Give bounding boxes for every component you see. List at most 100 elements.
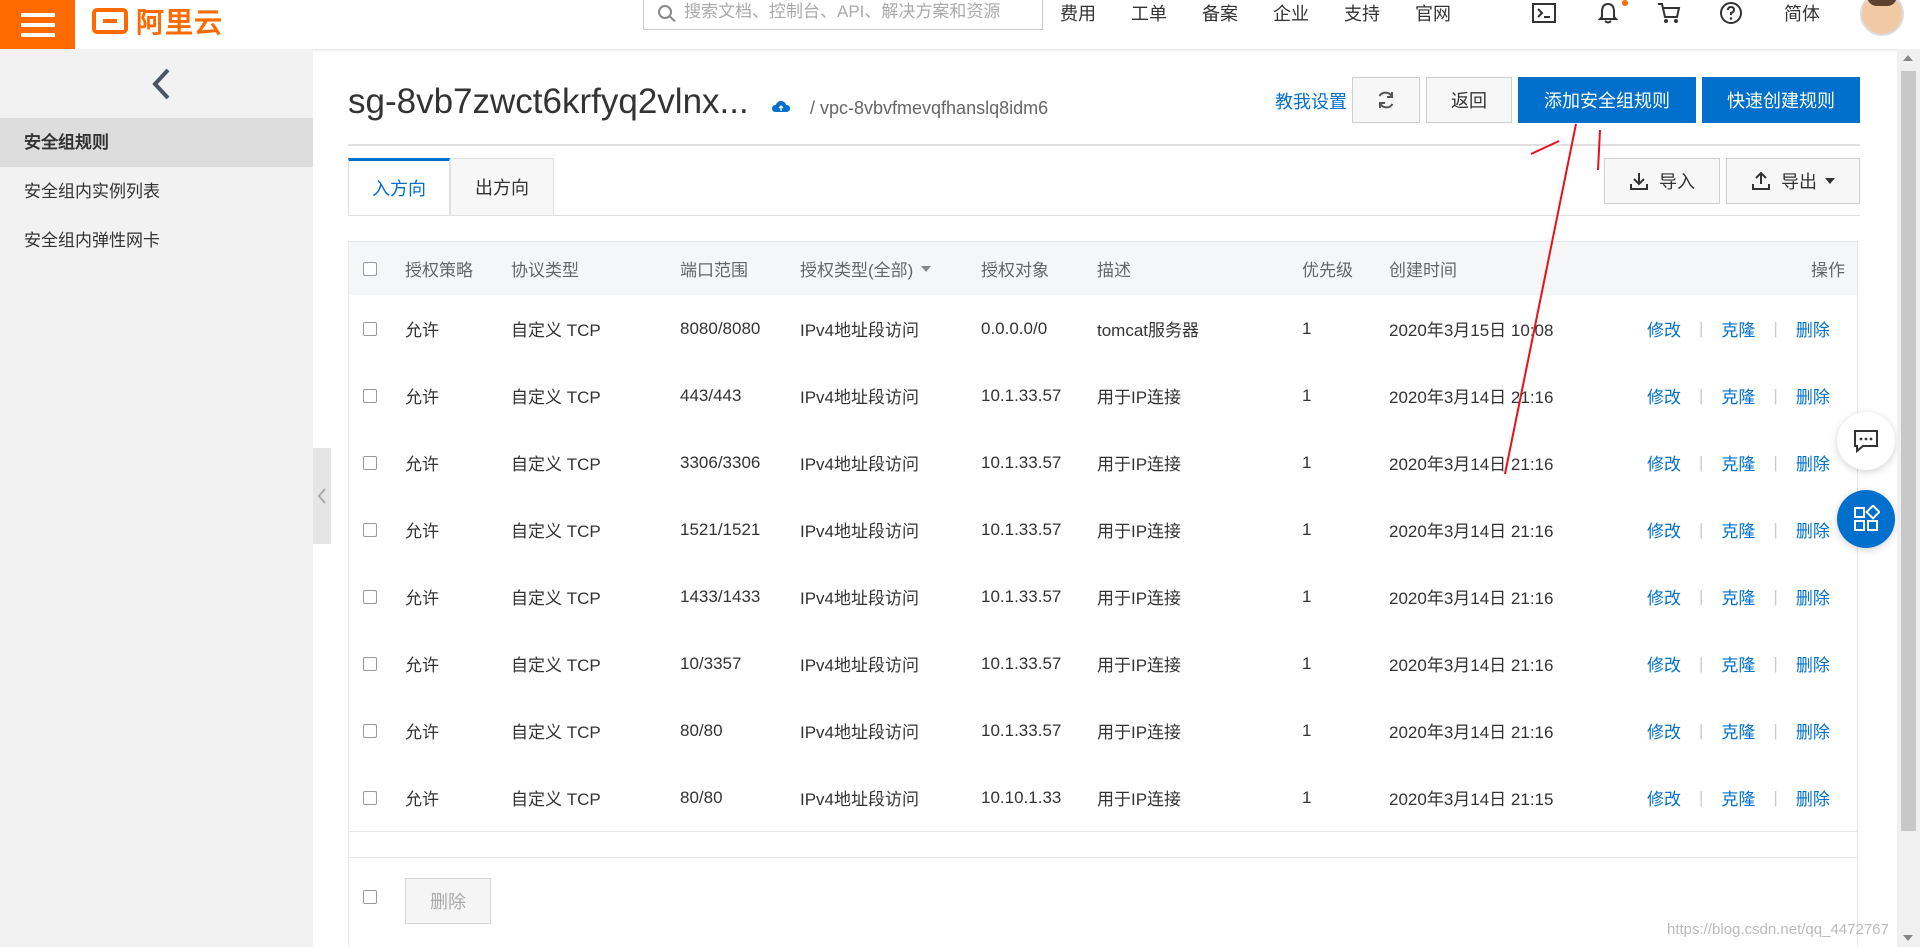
row-checkbox[interactable] <box>363 589 377 604</box>
bell-icon[interactable] <box>1596 0 1620 26</box>
row-checkbox[interactable] <box>363 790 377 805</box>
delete-link[interactable]: 删除 <box>1796 316 1830 341</box>
clone-link[interactable]: 克隆 <box>1721 383 1755 408</box>
cloud-sync-icon[interactable] <box>772 100 790 114</box>
action-separator: | <box>1699 452 1704 472</box>
apps-float-button[interactable] <box>1837 490 1895 548</box>
edit-link[interactable]: 修改 <box>1647 785 1681 810</box>
terminal-icon[interactable] <box>1531 0 1557 26</box>
filter-caret-icon[interactable] <box>921 265 932 272</box>
delete-link[interactable]: 删除 <box>1796 450 1830 475</box>
cell-policy: 允许 <box>405 656 439 675</box>
action-separator: | <box>1699 385 1704 405</box>
delete-link[interactable]: 删除 <box>1796 584 1830 609</box>
scrollbar-thumb[interactable] <box>1901 71 1916 831</box>
footer-select-all-checkbox[interactable] <box>363 890 377 904</box>
cell-priority: 1 <box>1302 452 1312 472</box>
sidebar-collapse-toggle[interactable] <box>313 448 331 544</box>
clone-link[interactable]: 克隆 <box>1721 718 1755 743</box>
edit-link[interactable]: 修改 <box>1647 383 1681 408</box>
row-checkbox[interactable] <box>363 388 377 403</box>
table-row: 允许 自定义 TCP 1521/1521 IPv4地址段访问 10.1.33.57 用于I… <box>349 496 1857 564</box>
cell-auth-target: 0.0.0.0/0 <box>981 318 1048 338</box>
cell-protocol: 自定义 TCP <box>511 790 601 809</box>
nav-icp-filing[interactable]: 备案 <box>1202 0 1238 26</box>
nav-support[interactable]: 支持 <box>1344 0 1380 26</box>
cell-protocol: 自定义 TCP <box>511 321 601 340</box>
clone-link[interactable]: 克隆 <box>1721 517 1755 542</box>
import-label: 导入 <box>1659 172 1695 192</box>
row-checkbox[interactable] <box>363 723 377 738</box>
nav-fees[interactable]: 费用 <box>1060 0 1096 26</box>
sidebar-item-elastic-nic[interactable]: 安全组内弹性网卡 <box>0 216 313 265</box>
guide-link[interactable]: 教我设置 <box>1275 88 1347 114</box>
sidebar-item-security-group-rules[interactable]: 安全组规则 <box>0 118 313 167</box>
row-checkbox[interactable] <box>363 455 377 470</box>
page-title: sg-8vb7zwct6krfyq2vlnx... <box>348 82 749 121</box>
clone-link[interactable]: 克隆 <box>1721 584 1755 609</box>
delete-link[interactable]: 删除 <box>1796 718 1830 743</box>
cell-port-range: 443/443 <box>680 385 742 405</box>
nav-enterprise[interactable]: 企业 <box>1273 0 1309 26</box>
edit-link[interactable]: 修改 <box>1647 718 1681 743</box>
tab-inbound[interactable]: 入方向 <box>348 158 450 216</box>
export-button[interactable]: 导出 <box>1726 158 1860 204</box>
edit-link[interactable]: 修改 <box>1647 651 1681 676</box>
quick-create-rule-button[interactable]: 快速创建规则 <box>1702 77 1860 123</box>
row-checkbox[interactable] <box>363 522 377 537</box>
refresh-button[interactable] <box>1352 77 1420 123</box>
edit-link[interactable]: 修改 <box>1647 316 1681 341</box>
action-separator: | <box>1699 653 1704 673</box>
batch-delete-button[interactable]: 删除 <box>405 878 491 924</box>
row-checkbox[interactable] <box>363 656 377 671</box>
clone-link[interactable]: 克隆 <box>1721 651 1755 676</box>
nav-tickets[interactable]: 工单 <box>1131 0 1167 26</box>
delete-link[interactable]: 删除 <box>1796 785 1830 810</box>
aliyun-logo[interactable]: 阿里云 <box>92 4 223 38</box>
import-button[interactable]: 导入 <box>1604 158 1720 204</box>
add-security-group-rule-button[interactable]: 添加安全组规则 <box>1518 77 1696 123</box>
language-switch[interactable]: 简体 <box>1784 0 1820 26</box>
cell-protocol: 自定义 TCP <box>511 522 601 541</box>
search-box[interactable] <box>643 0 1043 30</box>
cell-created-time: 2020年3月14日 21:16 <box>1389 455 1554 474</box>
row-checkbox[interactable] <box>363 321 377 336</box>
table-row: 允许 自定义 TCP 80/80 IPv4地址段访问 10.10.1.33 用于IP连接 1… <box>349 764 1857 832</box>
cell-actions: 修改 | 克隆 | 删除 <box>1647 697 1830 764</box>
delete-link[interactable]: 删除 <box>1796 383 1830 408</box>
back-button[interactable]: 返回 <box>1426 77 1512 123</box>
vpc-breadcrumb[interactable]: / vpc-8vbvfmevqfhanslq8idm6 <box>810 98 1048 119</box>
cell-protocol: 自定义 TCP <box>511 656 601 675</box>
sidebar-item-instance-list[interactable]: 安全组内实例列表 <box>0 167 313 216</box>
edit-link[interactable]: 修改 <box>1647 450 1681 475</box>
clone-link[interactable]: 克隆 <box>1721 316 1755 341</box>
user-avatar[interactable] <box>1860 0 1904 36</box>
rules-table: 授权策略 协议类型 端口范围 授权类型(全部) 授权对象 描述 优先级 创建时间… <box>348 241 1858 858</box>
delete-link[interactable]: 删除 <box>1796 651 1830 676</box>
page-scrollbar[interactable] <box>1897 49 1920 947</box>
clone-link[interactable]: 克隆 <box>1721 450 1755 475</box>
scroll-down-arrow-icon[interactable] <box>1903 935 1913 941</box>
download-icon <box>1630 173 1648 190</box>
select-all-checkbox[interactable] <box>363 261 377 276</box>
nav-official-site[interactable]: 官网 <box>1415 0 1451 26</box>
cart-icon[interactable] <box>1656 0 1682 26</box>
edit-link[interactable]: 修改 <box>1647 584 1681 609</box>
cell-protocol: 自定义 TCP <box>511 388 601 407</box>
delete-link[interactable]: 删除 <box>1796 517 1830 542</box>
scroll-up-arrow-icon[interactable] <box>1903 55 1913 61</box>
action-separator: | <box>1773 385 1778 405</box>
tab-outbound[interactable]: 出方向 <box>450 158 554 216</box>
clone-link[interactable]: 克隆 <box>1721 785 1755 810</box>
search-input[interactable] <box>682 1 1026 23</box>
back-chevron-icon[interactable] <box>150 67 172 108</box>
edit-link[interactable]: 修改 <box>1647 517 1681 542</box>
menu-button[interactable] <box>0 0 75 49</box>
col-created-time: 创建时间 <box>1389 261 1457 280</box>
chat-float-button[interactable] <box>1837 412 1895 470</box>
table-footer: 删除 <box>348 858 1858 947</box>
cell-policy: 允许 <box>405 522 439 541</box>
cell-auth-type: IPv4地址段访问 <box>800 455 920 474</box>
col-auth-type[interactable]: 授权类型(全部) <box>800 242 932 295</box>
help-icon[interactable] <box>1718 0 1744 26</box>
